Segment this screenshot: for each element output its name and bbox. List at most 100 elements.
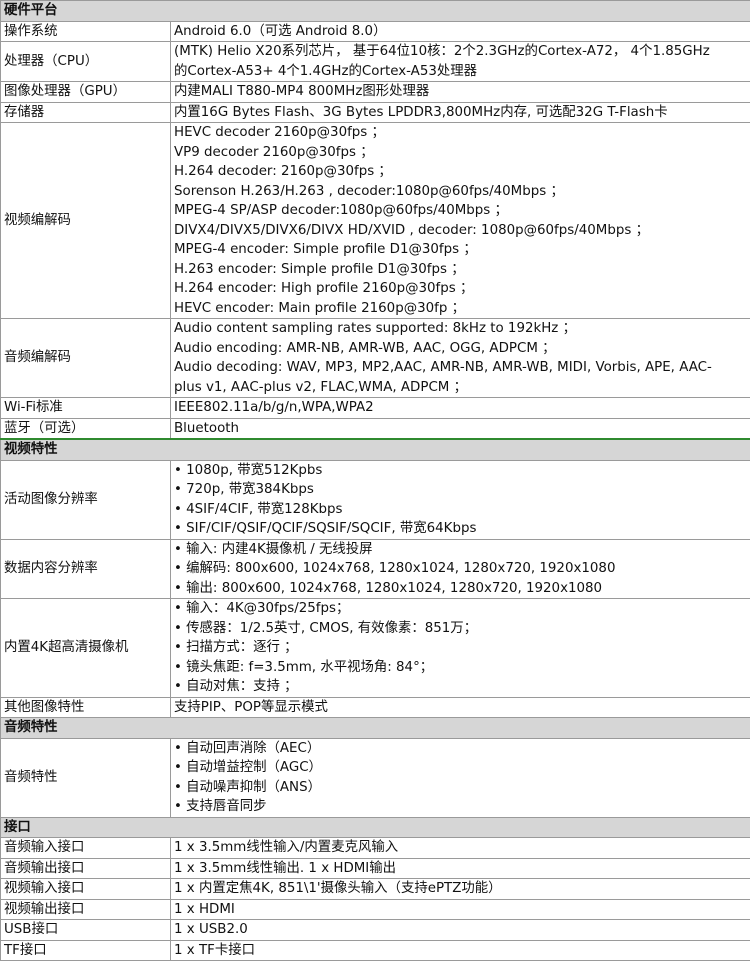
spec-value-line: (MTK) Helio X20系列芯片， 基于64位10核：2个2.3GHz的C… bbox=[174, 44, 710, 59]
spec-value-line: • 自动回声消除（AEC） bbox=[174, 740, 321, 756]
section-header-row: 视频特性 bbox=[0, 438, 750, 461]
spec-label: 视频编解码 bbox=[0, 122, 171, 319]
spec-row: TF接口 1 x TF卡接口 bbox=[0, 939, 750, 961]
spec-row: 活动图像分辨率 • 1080p, 带宽512Kpbs • 720p, 带宽384Kb… bbox=[0, 459, 750, 540]
spec-value-line: 1 x USB2.0 bbox=[174, 922, 248, 937]
spec-value: • 输入：4K@30fps/25fps； • 传感器：1/2.5英寸, CMOS,… bbox=[170, 598, 750, 698]
spec-row: Wi-Fi标准 IEEE802.11a/b/g/n,WPA,WPA2 bbox=[0, 397, 750, 419]
spec-value: Android 6.0（可选 Android 8.0） bbox=[170, 20, 750, 42]
spec-row: 数据内容分辨率 • 输入: 内建4K摄像机 / 无线投屏 • 编解码: 800x60… bbox=[0, 538, 750, 599]
spec-value: 内置16G Bytes Flash、3G Bytes LPDDR3,800MHz… bbox=[170, 101, 750, 123]
spec-value-line: • 输入：4K@30fps/25fps； bbox=[174, 601, 350, 616]
spec-value-line: • 自动噪声抑制（ANS） bbox=[174, 779, 321, 795]
spec-row: 音频特性 • 自动回声消除（AEC） • 自动增益控制（AGC） • 自动噪声抑制（A… bbox=[0, 737, 750, 818]
spec-row: 音频输出接口 1 x 3.5mm线性输出. 1 x HDMI输出 bbox=[0, 857, 750, 879]
spec-value-line: • 扫描方式：逐行 ； bbox=[174, 640, 298, 655]
spec-value-line: 1 x HDMI bbox=[174, 901, 235, 917]
spec-value-line: Android 6.0（可选 Android 8.0） bbox=[174, 23, 387, 39]
spec-value: • 1080p, 带宽512Kpbs • 720p, 带宽384Kbps • 4SI… bbox=[170, 459, 750, 540]
spec-value-line: 1 x 3.5mm线性输出. 1 x HDMI输出 bbox=[174, 860, 397, 876]
spec-value-line: plus v1, AAC-plus v2, FLAC,WMA, ADPCM ； bbox=[174, 379, 467, 395]
spec-row: 其他图像特性 支持PIP、POP等显示模式 bbox=[0, 696, 750, 718]
spec-value: 内建MALI T880-MP4 800MHz图形处理器 bbox=[170, 81, 750, 103]
spec-value: 1 x HDMI bbox=[170, 898, 750, 920]
spec-value-line: • 支持唇音同步 bbox=[174, 799, 267, 814]
spec-value-line: • 编解码: 800x600, 1024x768, 1280x1024, 128… bbox=[174, 561, 616, 576]
spec-value-line: H.264 encoder: High profile 2160p@30fps … bbox=[174, 281, 474, 296]
spec-label: 其他图像特性 bbox=[0, 696, 171, 718]
spec-value: (MTK) Helio X20系列芯片， 基于64位10核：2个2.3GHz的C… bbox=[170, 41, 750, 82]
spec-value-line: H.264 decoder: 2160p@30fps ； bbox=[174, 164, 392, 179]
spec-row: 内置4K超高清摄像机 • 输入：4K@30fps/25fps； • 传感器：1/2.… bbox=[0, 598, 750, 698]
spec-value-line: • 720p, 带宽384Kbps bbox=[174, 482, 314, 497]
spec-value: IEEE802.11a/b/g/n,WPA,WPA2 bbox=[170, 397, 750, 419]
section-header-row: 接口 bbox=[0, 816, 750, 838]
spec-value: Bluetooth bbox=[170, 417, 750, 440]
spec-label: 处理器（CPU） bbox=[0, 41, 171, 82]
spec-value-line: • 1080p, 带宽512Kpbs bbox=[174, 462, 323, 478]
section-title: 硬件平台 bbox=[0, 0, 750, 22]
spec-label: 数据内容分辨率 bbox=[0, 538, 171, 599]
spec-value-line: 内建MALI T880-MP4 800MHz图形处理器 bbox=[174, 84, 430, 99]
spec-row: 音频编解码 Audio content sampling rates suppor… bbox=[0, 318, 750, 398]
spec-value-line: • 输出: 800x600, 1024x768, 1280x1024, 1280… bbox=[174, 580, 603, 596]
spec-row: 处理器（CPU） (MTK) Helio X20系列芯片， 基于64位10核：2个… bbox=[0, 41, 750, 82]
spec-label: 图像处理器（GPU） bbox=[0, 81, 171, 103]
spec-label: 内置4K超高清摄像机 bbox=[0, 598, 171, 698]
spec-value-line: 内置16G Bytes Flash、3G Bytes LPDDR3,800MHz… bbox=[174, 104, 668, 120]
spec-value-line: • 自动对焦：支持 ； bbox=[174, 679, 298, 694]
spec-value: 支持PIP、POP等显示模式 bbox=[170, 696, 750, 718]
spec-value-line: 1 x 内置定焦4K, 851\1'摄像头输入（支持ePTZ功能） bbox=[174, 881, 502, 896]
spec-row: 操作系统 Android 6.0（可选 Android 8.0） bbox=[0, 20, 750, 42]
section-title: 视频特性 bbox=[0, 438, 750, 461]
spec-label: 操作系统 bbox=[0, 20, 171, 42]
spec-value-line: Audio encoding: AMR-NB, AMR-WB, AAC, OGG… bbox=[174, 340, 556, 356]
spec-row: 存储器 内置16G Bytes Flash、3G Bytes LPDDR3,800… bbox=[0, 101, 750, 123]
spec-value: 1 x TF卡接口 bbox=[170, 939, 750, 961]
spec-label: 音频特性 bbox=[0, 737, 171, 818]
spec-value-line: • 4SIF/4CIF, 带宽128Kbps bbox=[174, 501, 343, 517]
spec-row: 音频输入接口 1 x 3.5mm线性输入/内置麦克风输入 bbox=[0, 837, 750, 859]
spec-label: USB接口 bbox=[0, 919, 171, 941]
spec-label: 音频输出接口 bbox=[0, 857, 171, 879]
spec-value-line: Audio content sampling rates supported: … bbox=[174, 321, 576, 336]
spec-value: • 自动回声消除（AEC） • 自动增益控制（AGC） • 自动噪声抑制（ANS） •… bbox=[170, 737, 750, 818]
spec-label: TF接口 bbox=[0, 939, 171, 961]
spec-value-line: 1 x TF卡接口 bbox=[174, 942, 256, 958]
section-title: 接口 bbox=[0, 816, 750, 838]
spec-value-line: MPEG-4 SP/ASP decoder:1080p@60fps/40Mbps… bbox=[174, 203, 508, 218]
spec-value-line: HEVC encoder: Main profile 2160p@30fp ； bbox=[174, 300, 465, 316]
spec-row: 蓝牙（可选） Bluetooth bbox=[0, 417, 750, 440]
spec-value: 1 x 内置定焦4K, 851\1'摄像头输入（支持ePTZ功能） bbox=[170, 878, 750, 900]
section-header-row: 硬件平台 bbox=[0, 0, 750, 22]
spec-value-line: Bluetooth bbox=[174, 420, 240, 436]
spec-row: USB接口 1 x USB2.0 bbox=[0, 919, 750, 941]
spec-row: 视频编解码 HEVC decoder 2160p@30fps ； VP9 decod… bbox=[0, 122, 750, 319]
spec-row: 视频输入接口 1 x 内置定焦4K, 851\1'摄像头输入（支持ePTZ功能） bbox=[0, 878, 750, 900]
spec-value: 1 x 3.5mm线性输出. 1 x HDMI输出 bbox=[170, 857, 750, 879]
spec-value-line: DIVX4/DIVX5/DIVX6/DIVX HD/XVID , decoder… bbox=[174, 222, 649, 238]
spec-value-line: HEVC decoder 2160p@30fps ； bbox=[174, 125, 385, 140]
section-title: 音频特性 bbox=[0, 717, 750, 739]
spec-row: 图像处理器（GPU） 内建MALI T880-MP4 800MHz图形处理器 bbox=[0, 81, 750, 103]
spec-value-line: • SIF/CIF/QSIF/QCIF/SQSIF/SQCIF, 带宽64Kbp… bbox=[174, 521, 477, 536]
spec-value-line: VP9 decoder 2160p@30fps ； bbox=[174, 144, 374, 160]
spec-label: 音频输入接口 bbox=[0, 837, 171, 859]
spec-label: Wi-Fi标准 bbox=[0, 397, 171, 419]
spec-label: 视频输出接口 bbox=[0, 898, 171, 920]
spec-value-line: 的Cortex-A53+ 4个1.4GHz的Cortex-A53处理器 bbox=[174, 63, 478, 79]
spec-value: • 输入: 内建4K摄像机 / 无线投屏 • 编解码: 800x600, 1024… bbox=[170, 538, 750, 599]
spec-value-line: MPEG-4 encoder: Simple profile D1@30fps … bbox=[174, 242, 477, 257]
spec-label: 蓝牙（可选） bbox=[0, 417, 171, 440]
spec-table-body: 硬件平台 操作系统 Android 6.0（可选 Android 8.0） 处理器（C… bbox=[0, 0, 750, 961]
spec-value-line: 1 x 3.5mm线性输入/内置麦克风输入 bbox=[174, 840, 399, 855]
spec-value-line: H.263 encoder: Simple profile D1@30fps ； bbox=[174, 261, 465, 277]
spec-value: 1 x 3.5mm线性输入/内置麦克风输入 bbox=[170, 837, 750, 859]
spec-label: 音频编解码 bbox=[0, 318, 171, 398]
spec-row: 视频输出接口 1 x HDMI bbox=[0, 898, 750, 920]
spec-value: Audio content sampling rates supported: … bbox=[170, 318, 750, 398]
spec-table: 硬件平台 操作系统 Android 6.0（可选 Android 8.0） 处理器（C… bbox=[0, 0, 750, 961]
section-header-row: 音频特性 bbox=[0, 717, 750, 739]
spec-label: 活动图像分辨率 bbox=[0, 459, 171, 540]
spec-value-line: • 镜头焦距: f=3.5mm, 水平视场角: 84°； bbox=[174, 659, 434, 675]
